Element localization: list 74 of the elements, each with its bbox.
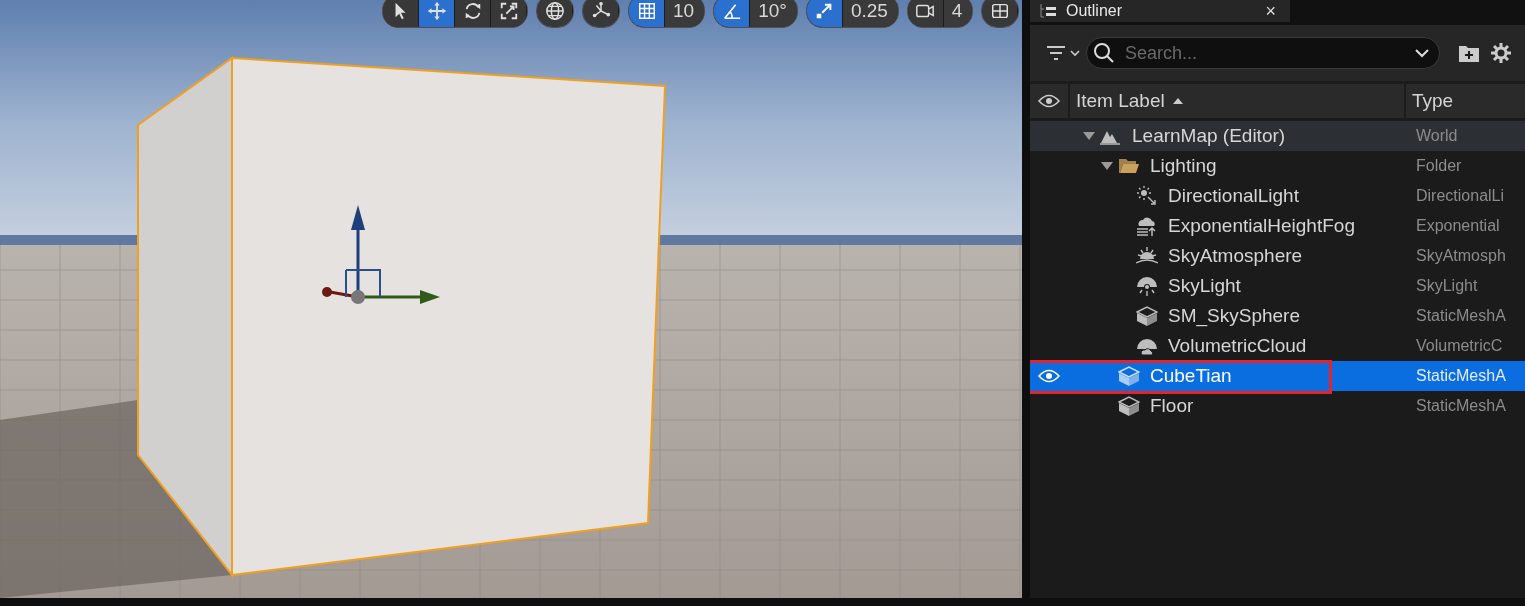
collapse-arrow-icon[interactable] bbox=[1101, 162, 1113, 170]
item-label: DirectionalLight bbox=[1168, 185, 1299, 207]
visibility-icon[interactable] bbox=[1038, 94, 1060, 108]
item-label: VolumetricCloud bbox=[1168, 335, 1307, 357]
snap-value[interactable]: 0.25 bbox=[842, 0, 898, 27]
cube-model[interactable] bbox=[137, 56, 667, 578]
search-icon bbox=[1093, 42, 1115, 64]
cube-icon bbox=[1118, 365, 1140, 387]
search-box[interactable]: Search... bbox=[1086, 37, 1440, 69]
grid-icon bbox=[636, 1, 657, 21]
item-type: Folder bbox=[1415, 157, 1462, 175]
settings-icon[interactable] bbox=[1490, 42, 1512, 64]
item-label: Lighting bbox=[1150, 155, 1217, 177]
collapse-arrow-icon[interactable] bbox=[1083, 132, 1095, 140]
item-label: LearnMap (Editor) bbox=[1132, 125, 1286, 147]
scale-button[interactable] bbox=[491, 0, 527, 27]
item-type: StaticMeshA bbox=[1415, 307, 1506, 325]
item-label: SkyAtmosphere bbox=[1168, 245, 1303, 267]
snap-button[interactable] bbox=[583, 0, 619, 27]
item-type: World bbox=[1415, 127, 1458, 145]
tab-title: Outliner bbox=[1066, 2, 1124, 20]
cursor-button[interactable] bbox=[383, 0, 419, 27]
sort-ascending-icon[interactable] bbox=[1172, 98, 1183, 104]
item-type: VolumetricC bbox=[1415, 337, 1503, 355]
snap-value[interactable]: 10 bbox=[665, 0, 705, 27]
outliner-row[interactable]: SkyLight SkyLight bbox=[1030, 271, 1525, 301]
item-type: StaticMeshA bbox=[1415, 367, 1506, 385]
item-label: SkyLight bbox=[1168, 275, 1241, 297]
layout-icon bbox=[989, 1, 1010, 21]
sunrise-icon bbox=[1136, 245, 1158, 267]
cube-icon bbox=[1136, 305, 1158, 327]
column-header[interactable]: Type bbox=[1412, 90, 1454, 112]
move-icon bbox=[426, 1, 447, 21]
outliner-row[interactable]: LearnMap (Editor) World bbox=[1030, 121, 1525, 151]
layout-button[interactable] bbox=[982, 0, 1019, 27]
item-label: CubeTian bbox=[1150, 365, 1232, 387]
outliner-row[interactable]: SM_SkySphere StaticMeshA bbox=[1030, 301, 1525, 331]
outliner-tab[interactable]: Outliner × bbox=[1030, 0, 1290, 22]
angle-button[interactable] bbox=[714, 0, 751, 27]
scale-snap-button[interactable] bbox=[806, 0, 843, 27]
outliner-row[interactable]: ExponentialHeightFog Exponential bbox=[1030, 211, 1525, 241]
globe-button[interactable] bbox=[537, 0, 573, 27]
cube-icon bbox=[1118, 395, 1140, 417]
outliner-row[interactable]: Lighting Folder bbox=[1030, 151, 1525, 181]
outliner-row[interactable]: Floor StaticMeshA bbox=[1030, 391, 1525, 421]
chevron-down-icon bbox=[1415, 48, 1429, 58]
close-button[interactable]: × bbox=[1261, 2, 1280, 20]
globe-icon bbox=[544, 1, 565, 21]
filter-button[interactable] bbox=[1046, 45, 1080, 61]
outliner-row[interactable]: SkyAtmosphere SkyAtmosph bbox=[1030, 241, 1525, 271]
outliner-row[interactable]: DirectionalLight DirectionalLi bbox=[1030, 181, 1525, 211]
rotate-button[interactable] bbox=[455, 0, 491, 27]
camera-button[interactable] bbox=[907, 0, 944, 27]
item-label: SM_SkySphere bbox=[1168, 305, 1300, 327]
outliner-row[interactable]: VolumetricCloud VolumetricC bbox=[1030, 331, 1525, 361]
item-type: SkyLight bbox=[1415, 277, 1478, 295]
item-type: DirectionalLi bbox=[1415, 187, 1505, 205]
item-label: Floor bbox=[1150, 395, 1194, 417]
item-label: ExponentialHeightFog bbox=[1168, 215, 1355, 237]
dome-light-icon bbox=[1136, 275, 1158, 297]
outliner-icon bbox=[1040, 4, 1056, 18]
filter-icon bbox=[1046, 45, 1080, 61]
grid-button[interactable] bbox=[629, 0, 665, 27]
column-header[interactable]: Item Label bbox=[1076, 90, 1165, 112]
snap-value[interactable]: 10° bbox=[750, 0, 797, 27]
scale-icon bbox=[498, 1, 519, 21]
outliner-row[interactable]: CubeTian StaticMeshA bbox=[1030, 361, 1525, 391]
sun-arrow-icon bbox=[1136, 185, 1158, 207]
item-type: SkyAtmosph bbox=[1415, 247, 1506, 265]
item-type: StaticMeshA bbox=[1415, 397, 1506, 415]
cloud-arrow-icon bbox=[1136, 215, 1158, 237]
item-type: Exponential bbox=[1415, 217, 1500, 235]
move-button[interactable] bbox=[419, 0, 455, 27]
move-gizmo-drawing[interactable] bbox=[322, 205, 440, 304]
